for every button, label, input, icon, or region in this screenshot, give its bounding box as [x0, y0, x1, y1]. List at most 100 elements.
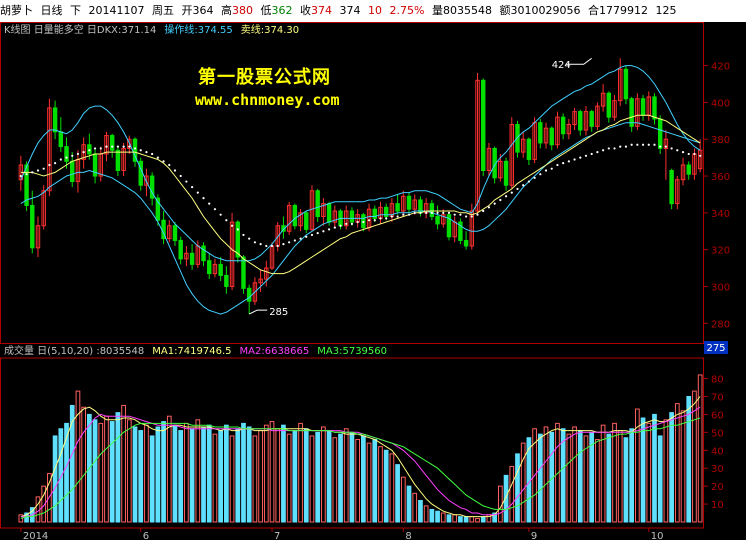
dkx-dot [522, 184, 525, 187]
dkx-dot [196, 191, 199, 194]
close-value-2: 374 [339, 4, 361, 17]
volume-bar [121, 404, 126, 523]
candle-body-down [189, 252, 195, 265]
volume-bar [155, 426, 161, 523]
dkx-dot [128, 145, 131, 148]
volume-bar [515, 453, 520, 523]
dkx-dot [191, 185, 194, 189]
candle-body-down [578, 111, 583, 131]
dkx-dot [510, 191, 513, 194]
price-panel-frame [0, 22, 704, 344]
dkx-dot [641, 143, 645, 146]
dkx-dot [659, 145, 662, 148]
dkx-dot [156, 156, 159, 159]
dkx-dot [139, 149, 142, 152]
candle-body-down [349, 210, 355, 223]
dkx-dot [88, 149, 91, 152]
volume-bar [172, 424, 178, 523]
candle-body-down [218, 263, 223, 276]
dkx-dot [590, 152, 593, 156]
volume-bar [537, 433, 543, 523]
dkx-dot [362, 220, 365, 224]
dkx-dot [442, 211, 445, 214]
dkx-dot [527, 180, 530, 183]
dkx-dot [367, 219, 371, 222]
volume-bar [115, 412, 121, 523]
price-indicator-label: 卖线:374.30 [241, 23, 299, 36]
price-tick-label: 320 [711, 246, 730, 257]
volume-bar [366, 442, 372, 523]
dkx-dot [230, 224, 234, 227]
dkx-dot [687, 152, 690, 156]
candle-body-down [246, 287, 252, 302]
period-label[interactable]: 日线 [41, 4, 63, 17]
volume-bar [309, 435, 315, 523]
volume-bar [680, 410, 686, 523]
volume-tick-label: 80 [711, 375, 724, 386]
volume-bar [458, 516, 463, 523]
adjust-label[interactable]: 下 [70, 4, 81, 17]
dkx-dot [59, 158, 62, 161]
close-label: 收 [300, 4, 311, 17]
volume-bar [184, 422, 189, 523]
stock-name[interactable]: 胡萝卜 [0, 4, 33, 17]
dkx-dot [265, 244, 268, 248]
volume-bar [577, 430, 583, 523]
volume-bar [663, 419, 669, 523]
dkx-dot [476, 213, 479, 216]
dkx-dot [225, 219, 228, 222]
dkx-dot [573, 158, 576, 161]
high-label: 高 [221, 4, 232, 17]
volume-bar [321, 426, 326, 523]
volume-indicator-label: MA1:7419746.5 [152, 346, 231, 357]
price-indicator-label: 操作线:374.55 [164, 23, 232, 36]
dkx-dot [116, 145, 119, 148]
volume-bar [235, 428, 241, 523]
volume-bar [355, 439, 361, 523]
dkx-dot [447, 211, 451, 214]
dkx-dot [322, 230, 325, 233]
open-value: 364 [192, 4, 214, 17]
candle-body-down [224, 274, 229, 287]
dkx-dot [402, 213, 405, 216]
volume-bar [475, 517, 480, 523]
volume-bar [252, 435, 258, 523]
volume-bar [406, 485, 412, 523]
band-upper-line [20, 65, 701, 262]
candle-body-down [70, 160, 75, 183]
volume-bar [138, 430, 144, 523]
volume-bar [395, 464, 400, 523]
volume-bar [566, 433, 572, 523]
dkx-dot [93, 147, 97, 150]
chart-canvas[interactable]: 280 300 320 340 360 380 400 420 10 20 30 40 50 60 70 80… [0, 22, 746, 540]
dkx-dot [613, 147, 616, 150]
volume-bar [389, 453, 395, 523]
candle-body-down [463, 239, 469, 247]
candle-body-down [58, 131, 64, 148]
dkx-dot [693, 152, 696, 156]
volume-bar [189, 428, 195, 523]
dkx-dot [676, 149, 679, 152]
volume-ma1-line [20, 396, 701, 518]
close-value: 374 [311, 4, 332, 17]
dkx-dot [681, 151, 685, 154]
volume-bar [206, 424, 212, 523]
dkx-dot [413, 211, 416, 214]
dkx-dot [82, 151, 85, 154]
date-tick-label: 8 [405, 531, 411, 540]
price-marker-label: 275 [706, 343, 725, 354]
dkx-dot [653, 143, 656, 146]
dkx-dot [208, 202, 211, 205]
candle-body-down [589, 111, 594, 127]
volume-bar [229, 435, 235, 523]
price-panel-title: K线图 日量能多空 日DKX:371.14 [4, 23, 156, 36]
dkx-dot [596, 151, 599, 154]
quote-header: 胡萝卜 日线 下 20141107 周五 开364 高380 低362 收374… [0, 0, 746, 22]
volume-tick-label: 40 [711, 446, 724, 457]
dkx-dot [99, 147, 102, 150]
volume-tick-label: 30 [711, 464, 724, 475]
candle-body-down [652, 96, 657, 120]
candle-body-down [235, 221, 240, 258]
volume-bar [669, 412, 674, 523]
dkx-dot [419, 211, 422, 214]
